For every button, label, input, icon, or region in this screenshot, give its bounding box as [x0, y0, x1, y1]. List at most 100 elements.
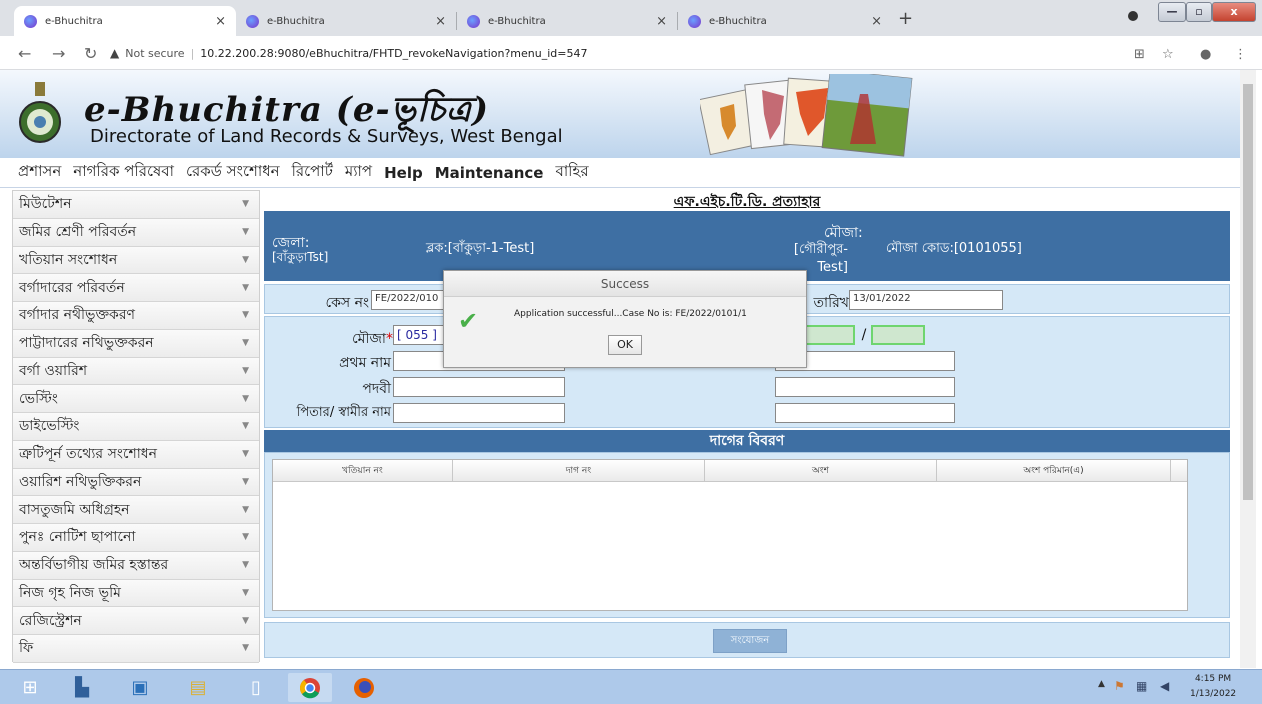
file-explorer-icon[interactable]: ▤ [176, 673, 220, 702]
menu-item-report[interactable]: রিপোর্ট [292, 160, 333, 185]
profile-icon[interactable]: ● [1200, 47, 1211, 62]
save-button[interactable]: সংযোজন [713, 629, 787, 653]
action-bar: সংযোজন [264, 622, 1230, 658]
surname-label: পদবী [362, 381, 391, 397]
map-collage-image [700, 74, 913, 157]
powershell-icon[interactable]: ▣ [118, 673, 162, 702]
case-number-field[interactable]: FE/2022/010 [371, 290, 445, 310]
surname-field[interactable] [393, 377, 565, 397]
surname-field-right[interactable] [775, 377, 955, 397]
menu-item-maintenance[interactable]: Maintenance [435, 164, 544, 182]
chrome-logo-icon [300, 677, 320, 698]
sidebar-item-homestead-acquisition[interactable]: বাসতুজমি অধিগ্রহন ▼ [13, 496, 259, 524]
browser-tab-4[interactable]: e-Bhuchitra × [678, 6, 892, 36]
sidebar-item-heir-registration[interactable]: ওয়ারিশ নথিভুক্তিকরন ▼ [13, 468, 259, 497]
sidebar-item-land-class-change[interactable]: জমির শ্রেণী পরিবর্তন ▼ [13, 218, 259, 247]
firefox-icon[interactable] [342, 673, 386, 702]
sidebar-item-pattadar-registration[interactable]: পাট্টাদারের নথিভুক্তকরন ▼ [13, 329, 259, 358]
father-name-field-right[interactable] [775, 403, 955, 423]
page-scrollbar[interactable] [1240, 70, 1256, 668]
browser-tab-3[interactable]: e-Bhuchitra × [457, 6, 677, 36]
column-header-share-area[interactable]: অংশ পরিমান(এ) [937, 460, 1171, 481]
checkmark-icon: ✔ [458, 307, 479, 335]
khatian-suffix-field[interactable] [871, 325, 925, 345]
sidebar-item-label: জমির শ্রেণী পরিবর্তন [19, 224, 137, 241]
clock-date: 1/13/2022 [1190, 689, 1237, 699]
tray-overflow-icon[interactable]: ▲ [1098, 679, 1105, 689]
browser-menu-icon[interactable]: ⋮ [1234, 47, 1247, 62]
ok-button[interactable]: OK [608, 335, 642, 355]
new-tab-icon[interactable]: + [898, 8, 913, 29]
taskbar-clock[interactable]: 4:15 PM 1/13/2022 [1190, 672, 1236, 702]
column-header-dag[interactable]: দাগ নং [453, 460, 705, 481]
menu-item-map[interactable]: ম্যাপ [345, 160, 372, 185]
close-tab-icon[interactable]: × [215, 14, 226, 29]
close-tab-icon[interactable]: × [656, 14, 667, 29]
chevron-down-icon: ▼ [242, 560, 249, 571]
forward-icon[interactable]: → [52, 44, 65, 63]
chrome-icon[interactable] [288, 673, 332, 702]
sidebar-item-fee[interactable]: ফি ▼ [13, 635, 259, 663]
date-field[interactable]: 13/01/2022 [849, 290, 1003, 310]
sidebar-item-registration[interactable]: রেজিস্ট্রেশন ▼ [13, 607, 259, 635]
back-icon[interactable]: ← [18, 44, 31, 63]
sidebar-item-label: নিজ গৃহ নিজ ভূমি [19, 584, 121, 601]
sidebar-item-bargadar-change[interactable]: বর্গাদারের পরিবর্তন ▼ [13, 274, 259, 302]
sidebar-item-divesting[interactable]: ডাইভেস্টিং ▼ [13, 413, 259, 441]
server-manager-icon[interactable]: ▙ [60, 673, 104, 702]
reload-icon[interactable]: ↻ [84, 44, 97, 63]
tray-flag-icon[interactable]: ⚑ [1114, 679, 1125, 693]
browser-toolbar: ← → ↻ ▲ Not secure | 10.22.200.28:9080/e… [0, 36, 1262, 70]
sidebar-item-label: মিউটেশন [19, 196, 72, 213]
menu-item-record-correction[interactable]: রেকর্ড সংশোধন [186, 160, 280, 185]
close-tab-icon[interactable]: × [871, 14, 882, 29]
father-name-field[interactable] [393, 403, 565, 423]
chevron-down-icon: ▼ [242, 310, 249, 321]
browser-tab-strip: e-Bhuchitra × e-Bhuchitra × e-Bhuchitra … [0, 0, 1262, 36]
translate-icon[interactable]: ⊞ [1134, 47, 1145, 62]
close-tab-icon[interactable]: × [435, 14, 446, 29]
chevron-down-icon: ▼ [242, 393, 249, 404]
chevron-down-icon: ▼ [242, 421, 249, 432]
chevron-down-icon: ▼ [242, 504, 249, 515]
column-header-khatian[interactable]: খতিয়ান নং [273, 460, 453, 481]
clock-time: 4:15 PM [1194, 674, 1232, 684]
windows-start-icon[interactable]: ⊞ [8, 673, 52, 702]
sidebar-menu: মিউটেশন ▼ জমির শ্রেণী পরিবর্তন ▼ খতিয়ান স… [12, 190, 260, 663]
sidebar-item-bargadar-registration[interactable]: বর্গাদার নথীভুক্তকরণ ▼ [13, 302, 259, 330]
chevron-down-icon: ▼ [242, 365, 249, 376]
menu-item-exit[interactable]: বাহির [555, 160, 588, 185]
maximize-window-icon[interactable]: ▫ [1186, 2, 1212, 22]
browser-tab-2[interactable]: e-Bhuchitra × [236, 6, 456, 36]
minimize-window-icon[interactable]: — [1158, 2, 1186, 22]
chevron-down-icon: ▼ [242, 227, 249, 238]
sidebar-item-error-correction[interactable]: ত্রুটিপূর্ন তথ্যের সংশোধন ▼ [13, 440, 259, 469]
sidebar-item-label: বর্গাদার নথীভুক্তকরণ [19, 307, 136, 324]
plot-details-heading: দাগের বিবরণ [264, 430, 1230, 452]
table-header-row: খতিয়ান নং দাগ নং অংশ অংশ পরিমান(এ) [273, 460, 1187, 482]
menu-item-citizen-services[interactable]: নাগরিক পরিষেবা [73, 160, 174, 185]
sidebar-item-barga-heir[interactable]: বর্গা ওয়ারিশ ▼ [13, 357, 259, 386]
khatian-number-field[interactable] [805, 325, 855, 345]
browser-tab-1[interactable]: e-Bhuchitra × [14, 6, 236, 36]
scrollbar-thumb[interactable] [1243, 84, 1253, 500]
tray-volume-icon[interactable]: ◀ [1160, 679, 1169, 693]
sidebar-item-label: ত্রুটিপূর্ন তথ্যের সংশোধন [19, 446, 158, 463]
sidebar-item-label: রেজিস্ট্রেশন [19, 612, 82, 629]
sidebar-item-interdepartmental-transfer[interactable]: অন্তর্বিভাগীয় জমির হস্তান্তর ▼ [13, 551, 259, 580]
record-indicator-icon [1128, 11, 1138, 21]
menu-item-help[interactable]: Help [384, 164, 423, 182]
sidebar-item-reprint-notice[interactable]: পুনঃ নোটিশ ছাপানো ▼ [13, 524, 259, 552]
menu-item-administration[interactable]: প্রশাসন [18, 160, 61, 185]
site-subtitle: Directorate of Land Records & Surveys, W… [90, 126, 563, 147]
sidebar-item-khatian-correction[interactable]: খতিয়ান সংশোধন ▼ [13, 246, 259, 275]
address-bar[interactable]: ▲ Not secure | 10.22.200.28:9080/eBhuchi… [110, 41, 1110, 65]
sidebar-item-vesting[interactable]: ভেস্টিং ▼ [13, 385, 259, 413]
tray-network-icon[interactable]: ▦ [1136, 679, 1147, 693]
sidebar-item-nij-griha-nij-bhumi[interactable]: নিজ গৃহ নিজ ভূমি ▼ [13, 579, 259, 608]
bookmark-star-icon[interactable]: ☆ [1162, 47, 1174, 62]
document-icon[interactable]: ▯ [234, 673, 278, 702]
close-window-icon[interactable]: x [1212, 2, 1256, 22]
sidebar-item-mutation[interactable]: মিউটেশন ▼ [13, 191, 259, 219]
column-header-share[interactable]: অংশ [705, 460, 937, 481]
